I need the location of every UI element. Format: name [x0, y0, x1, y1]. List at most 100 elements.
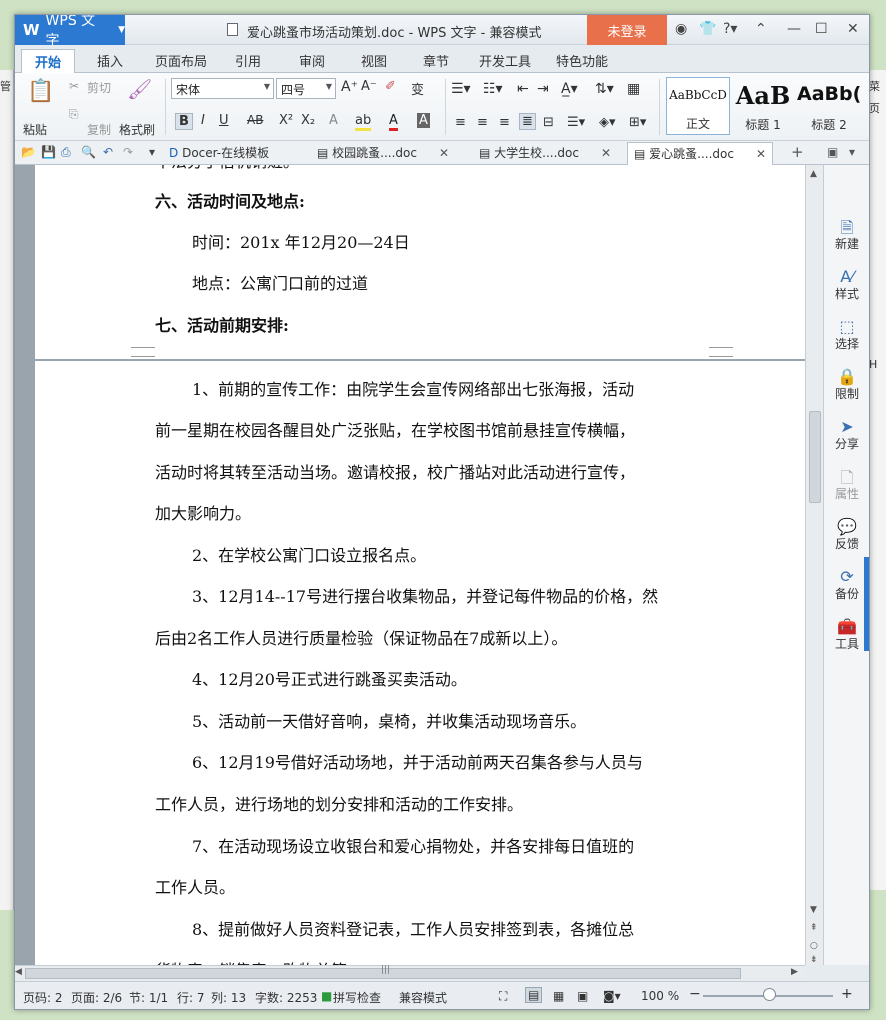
next-page-icon[interactable]: ⇟	[810, 955, 818, 965]
side-panel-handle[interactable]	[864, 557, 869, 651]
prev-page-icon[interactable]: ⇞	[810, 923, 818, 933]
shrink-font-icon[interactable]: A⁻	[361, 79, 377, 94]
scroll-up-icon[interactable]: ▲	[810, 169, 817, 179]
superscript-icon[interactable]: X²	[279, 113, 293, 128]
side-properties[interactable]: 🗋 属性	[824, 467, 869, 502]
minimize-icon[interactable]: —	[787, 21, 801, 37]
scroll-down-icon[interactable]: ▼	[810, 905, 817, 915]
reading-mode-icon[interactable]: ◙▾	[603, 989, 621, 1003]
tab-home[interactable]: 开始	[21, 49, 75, 74]
status-zoom[interactable]: 100 %	[641, 989, 679, 1003]
shading-icon[interactable]: ◈▾	[599, 115, 616, 130]
tab-references[interactable]: 引用	[235, 51, 261, 70]
justify-icon[interactable]: ≣	[519, 113, 536, 130]
skin-icon[interactable]: ◉	[675, 21, 687, 37]
table-grid-icon[interactable]: ▦	[627, 81, 640, 97]
distribute-icon[interactable]: ⊟	[543, 115, 554, 130]
border-icon[interactable]: ⊞▾	[629, 115, 646, 130]
close-icon[interactable]: ✕	[847, 21, 859, 37]
numbered-list-icon[interactable]: ☷▾	[483, 81, 503, 97]
clear-format-icon[interactable]: ✐	[385, 79, 396, 94]
brush-icon[interactable]: 🖌	[127, 77, 152, 101]
page-view-icon[interactable]: ▤	[525, 987, 543, 1003]
side-select[interactable]: ⬚ 选择	[824, 317, 869, 352]
cut-button[interactable]: 剪切	[87, 79, 111, 96]
customize-toolbar-icon[interactable]: ▾	[149, 145, 155, 159]
side-share[interactable]: ➤ 分享	[824, 417, 869, 452]
close-tab-icon[interactable]: ✕	[756, 147, 766, 161]
browse-object-icon[interactable]: ○	[810, 941, 818, 951]
style-normal[interactable]: AaBbCcD 正文	[666, 77, 730, 135]
zoom-out-icon[interactable]: −	[689, 986, 701, 1002]
fullscreen-icon[interactable]: ⛶	[499, 989, 507, 1004]
clipboard-icon[interactable]: 📋	[27, 79, 54, 104]
open-folder-icon[interactable]: 📂	[21, 145, 36, 159]
align-left-icon[interactable]: ≡	[455, 115, 466, 130]
outline-view-icon[interactable]: ▦	[553, 989, 564, 1003]
line-spacing-icon[interactable]: ☰▾	[567, 115, 585, 130]
close-tab-icon[interactable]: ✕	[439, 146, 449, 160]
status-spell-check[interactable]: 拼写检查	[333, 989, 381, 1006]
italic-icon[interactable]: I	[201, 113, 205, 128]
increase-indent-icon[interactable]: ⇥	[537, 81, 549, 97]
style-heading-1[interactable]: AaB 标题 1	[731, 77, 795, 135]
page-2[interactable]: 1、前期的宣传工作：由院学生会宣传网络部出七张海报，活动 前一星期在校园各醒目处…	[35, 361, 805, 965]
tab-review[interactable]: 审阅	[299, 51, 325, 70]
side-styles[interactable]: A⁄ 样式	[824, 267, 869, 302]
format-painter-button[interactable]: 格式刷	[119, 121, 155, 138]
align-center-icon[interactable]: ≡	[477, 115, 488, 130]
scroll-thumb[interactable]	[809, 411, 821, 503]
subscript-icon[interactable]: X₂	[301, 113, 315, 128]
underline-icon[interactable]: U	[219, 113, 229, 128]
tab-chapter[interactable]: 章节	[423, 51, 449, 70]
close-tab-icon[interactable]: ✕	[601, 146, 611, 160]
print-preview-icon[interactable]: 🔍	[81, 145, 96, 159]
strikethrough-icon[interactable]: AB	[247, 113, 263, 127]
zoom-in-icon[interactable]: +	[841, 986, 853, 1002]
undo-icon[interactable]: ↶	[103, 145, 113, 159]
scroll-left-icon[interactable]: ◀	[15, 967, 22, 977]
tab-insert[interactable]: 插入	[97, 51, 123, 70]
doc-tab-1[interactable]: ▤ 校园跳蚤....doc ✕	[317, 144, 449, 161]
tab-list-icon[interactable]: ▣	[827, 145, 838, 159]
print-icon[interactable]: ⎙	[61, 145, 71, 160]
doc-tab-active[interactable]: ▤ 爱心跳蚤....doc ✕	[627, 142, 774, 165]
new-tab-icon[interactable]: +	[791, 143, 804, 161]
font-size-select[interactable]: 四号 ▼	[276, 78, 336, 99]
web-view-icon[interactable]: ▣	[577, 989, 588, 1003]
style-heading-2[interactable]: AaBb( 标题 2	[797, 77, 861, 135]
tab-developer[interactable]: 开发工具	[479, 51, 531, 70]
vertical-scrollbar[interactable]: ▲ ▼ ⇞ ○ ⇟	[805, 165, 823, 965]
redo-icon[interactable]: ↷	[123, 145, 133, 159]
maximize-icon[interactable]: ☐	[815, 21, 828, 37]
side-feedback[interactable]: 💬 反馈	[824, 517, 869, 552]
tab-page-layout[interactable]: 页面布局	[155, 51, 207, 70]
save-icon[interactable]: 💾	[41, 145, 56, 159]
tab-special[interactable]: 特色功能	[556, 51, 608, 70]
text-effect-icon[interactable]: A	[329, 113, 338, 128]
app-menu-button[interactable]: W WPS 文字 ▼	[15, 15, 125, 49]
copy-button[interactable]: 复制	[87, 121, 111, 138]
phonetic-icon[interactable]: 变	[411, 79, 424, 98]
font-name-select[interactable]: 宋体 ▼	[171, 78, 274, 99]
doc-tab-docer[interactable]: D Docer-在线模板	[169, 144, 269, 161]
shirt-icon[interactable]: 👕	[699, 21, 716, 37]
sort-icon[interactable]: ⇅▾	[595, 81, 614, 97]
zoom-slider-knob[interactable]	[763, 988, 776, 1001]
login-button[interactable]: 未登录	[587, 15, 667, 45]
highlight-icon[interactable]: ab	[355, 113, 372, 131]
font-color-icon[interactable]: A	[389, 113, 398, 131]
scroll-right-icon[interactable]: ▶	[791, 967, 798, 977]
align-right-icon[interactable]: ≡	[499, 115, 510, 130]
doc-tab-2[interactable]: ▤ 大学生校....doc ✕	[479, 144, 611, 161]
tab-view[interactable]: 视图	[361, 51, 387, 70]
char-shading-icon[interactable]: A	[417, 113, 430, 128]
document-canvas[interactable]: 不法分子借机销赃。 六、活动时间及地点: 时间：201x 年12月20—24日 …	[15, 165, 805, 965]
paste-button[interactable]: 粘贴	[23, 121, 47, 138]
page-1[interactable]: 不法分子借机销赃。 六、活动时间及地点: 时间：201x 年12月20—24日 …	[35, 165, 805, 359]
tab-menu-icon[interactable]: ▾	[849, 145, 855, 159]
horizontal-scrollbar[interactable]: ||| ◀ ▶	[15, 965, 805, 981]
help-icon[interactable]: ?▾	[723, 21, 737, 37]
decrease-indent-icon[interactable]: ⇤	[517, 81, 529, 97]
side-new[interactable]: 🗎 新建	[824, 217, 869, 252]
